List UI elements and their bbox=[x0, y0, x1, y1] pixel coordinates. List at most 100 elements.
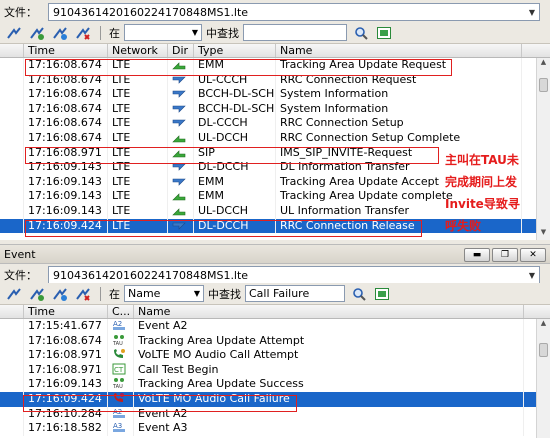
table-row[interactable]: 17:16:08.674 LTE UL-DCCH RRC Connection Set… bbox=[0, 130, 550, 146]
column-header-time[interactable]: Time bbox=[24, 305, 108, 318]
search-input[interactable] bbox=[243, 24, 347, 41]
search-column-select[interactable]: ▼ bbox=[124, 24, 202, 41]
excel-icon bbox=[377, 26, 391, 39]
column-header-time[interactable]: Time bbox=[24, 44, 108, 57]
cell-name: VoLTE MO Audio Call Attempt bbox=[134, 348, 524, 363]
event-filter-remove-button[interactable] bbox=[73, 285, 93, 303]
header-indicator bbox=[0, 44, 24, 57]
event-row[interactable]: 17:16:08.674 TAU Tracking Area Update Atte… bbox=[0, 333, 550, 349]
table-row[interactable]: 17:16:08.674 LTE BCCH-DL-SCH System Informa… bbox=[0, 87, 550, 102]
uplink-arrow-icon bbox=[172, 135, 186, 143]
event-row[interactable]: 17:16:08.971 VoLTE MO Audio Call Attempt bbox=[0, 348, 550, 363]
event-panel-titlebar: Event ▬ ❐ ✕ bbox=[0, 244, 550, 264]
event-row[interactable]: 17:16:18.582 A3 Event A3 bbox=[0, 421, 550, 436]
cell-name: Event A3 bbox=[134, 421, 524, 436]
call-attempt-icon bbox=[114, 349, 125, 359]
filter-icon bbox=[7, 287, 21, 300]
window-controls: ▬ ❐ ✕ bbox=[462, 248, 546, 262]
cell-type: UL-DCCH bbox=[194, 130, 276, 146]
event-file-select[interactable]: 9104361420160224170848MS1.lte ▼ bbox=[48, 266, 540, 284]
cell-name: Call Test Begin bbox=[134, 362, 524, 378]
filter-remove-icon bbox=[76, 26, 90, 40]
row-indicator bbox=[0, 145, 24, 161]
event-search-column-select[interactable]: Name ▼ bbox=[124, 285, 204, 302]
scroll-thumb[interactable] bbox=[539, 78, 548, 92]
event-export-button[interactable] bbox=[372, 285, 392, 303]
event-row[interactable]: 17:16:08.971 CT Call Test Begin bbox=[0, 362, 550, 378]
filter-icon bbox=[7, 26, 21, 39]
row-indicator bbox=[0, 362, 24, 378]
filter-remove-button[interactable] bbox=[73, 24, 93, 42]
filter-edit-icon bbox=[53, 287, 67, 301]
cell-name: Event A2 bbox=[134, 319, 524, 334]
event-filter-button[interactable] bbox=[4, 285, 24, 303]
table-row[interactable]: 17:16:08.674 LTE DL-CCCH RRC Connection Set… bbox=[0, 116, 550, 131]
event-row[interactable]: 17:16:09.143 TAU Tracking Area Update Succ… bbox=[0, 377, 550, 392]
cell-category-icon: CT bbox=[108, 362, 134, 378]
find-label: 中查找 bbox=[206, 26, 239, 40]
call-test-icon: CT bbox=[112, 363, 126, 375]
in-label: 在 bbox=[109, 26, 120, 40]
event-a2-icon: A2 bbox=[113, 320, 125, 330]
filter-edit-button[interactable] bbox=[50, 24, 70, 42]
cell-network: LTE bbox=[108, 203, 168, 219]
restore-button[interactable]: ❐ bbox=[492, 248, 518, 262]
toolbar-divider bbox=[100, 25, 101, 40]
cell-dir bbox=[168, 189, 194, 204]
row-indicator bbox=[0, 116, 24, 131]
message-toolbar: 在 ▼ 中查找 bbox=[0, 22, 550, 44]
minimize-button[interactable]: ▬ bbox=[464, 248, 490, 262]
event-filter-edit-button[interactable] bbox=[50, 285, 70, 303]
row-indicator bbox=[0, 72, 24, 88]
cell-network: LTE bbox=[108, 130, 168, 146]
filter-add-button[interactable] bbox=[27, 24, 47, 42]
search-button[interactable] bbox=[351, 24, 371, 42]
scroll-up-icon[interactable]: ▲ bbox=[537, 319, 550, 331]
row-indicator bbox=[0, 203, 24, 219]
scroll-up-icon[interactable]: ▲ bbox=[537, 58, 550, 70]
close-button[interactable]: ✕ bbox=[520, 248, 546, 262]
scroll-thumb[interactable] bbox=[539, 343, 548, 357]
downlink-arrow-icon bbox=[172, 105, 186, 113]
table-row[interactable]: 17:16:08.674 LTE BCCH-DL-SCH System Informa… bbox=[0, 101, 550, 117]
downlink-arrow-icon bbox=[172, 178, 186, 186]
chevron-down-icon: ▼ bbox=[191, 28, 198, 37]
cell-dir bbox=[168, 130, 194, 146]
excel-icon bbox=[375, 287, 389, 300]
column-header-type[interactable]: Type bbox=[194, 44, 276, 57]
column-header-name[interactable]: Name bbox=[134, 305, 524, 318]
cell-type: EMM bbox=[194, 189, 276, 204]
row-indicator bbox=[0, 377, 24, 392]
column-header-name[interactable]: Name bbox=[276, 44, 522, 57]
cell-name: RRC Connection Setup Complete bbox=[276, 130, 522, 146]
row-indicator bbox=[0, 130, 24, 146]
highlight-box-call-failure bbox=[23, 395, 297, 412]
filter-button[interactable] bbox=[4, 24, 24, 42]
column-header-dir[interactable]: Dir bbox=[168, 44, 194, 57]
cell-type: BCCH-DL-SCH bbox=[194, 87, 276, 102]
column-header-category[interactable]: C... bbox=[108, 305, 134, 318]
export-button[interactable] bbox=[374, 24, 394, 42]
event-row[interactable]: 17:15:41.677 A2 Event A2 bbox=[0, 319, 550, 334]
svg-text:CT: CT bbox=[114, 366, 124, 374]
filter-edit-icon bbox=[53, 26, 67, 40]
row-indicator bbox=[0, 218, 24, 234]
cell-time: 17:16:08.971 bbox=[24, 348, 108, 363]
cell-type: UL-DCCH bbox=[194, 203, 276, 219]
downlink-arrow-icon bbox=[172, 76, 186, 84]
event-search-button[interactable] bbox=[349, 285, 369, 303]
chevron-down-icon: ▼ bbox=[528, 270, 535, 280]
cell-time: 17:16:08.674 bbox=[24, 130, 108, 146]
event-filter-add-button[interactable] bbox=[27, 285, 47, 303]
cell-category-icon: A3 bbox=[108, 421, 134, 436]
cell-name: RRC Connection Setup bbox=[276, 116, 522, 131]
file-select-value: 9104361420160224170848MS1.lte bbox=[53, 5, 249, 19]
event-search-input[interactable]: Call Failure bbox=[245, 285, 345, 302]
cell-category-icon bbox=[108, 348, 134, 363]
event-table-scrollbar[interactable]: ▲ bbox=[536, 319, 550, 438]
file-select[interactable]: 9104361420160224170848MS1.lte ▼ bbox=[48, 3, 540, 21]
cell-name: Tracking Area Update Success bbox=[134, 377, 524, 392]
column-header-network[interactable]: Network bbox=[108, 44, 168, 57]
filter-remove-icon bbox=[76, 287, 90, 301]
cell-category-icon: TAU bbox=[108, 333, 134, 349]
